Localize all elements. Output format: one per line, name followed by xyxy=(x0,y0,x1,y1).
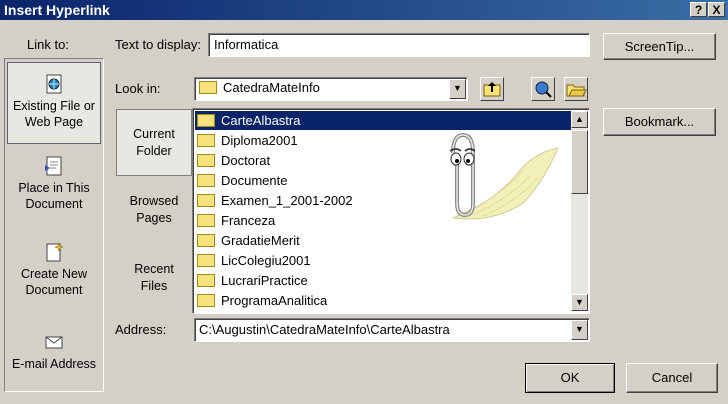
envelope-icon xyxy=(45,336,63,349)
window-title: Insert Hyperlink xyxy=(4,2,110,18)
address-label: Address: xyxy=(115,322,167,337)
list-item[interactable]: ProgramaAnalitica xyxy=(195,291,571,310)
browse-web-icon xyxy=(535,81,552,98)
up-one-folder-button[interactable] xyxy=(480,77,504,101)
scroll-up-icon[interactable]: ▲ xyxy=(571,111,588,128)
file-list[interactable]: CarteAlbastra Diploma2001 Doctorat Docum… xyxy=(192,108,590,314)
link-create-new-document[interactable]: Create New Document xyxy=(7,241,101,301)
folder-icon xyxy=(197,294,215,308)
browse-web-button[interactable] xyxy=(531,77,555,101)
close-button[interactable]: X xyxy=(708,2,725,17)
up-folder-icon xyxy=(483,82,501,97)
folder-icon xyxy=(197,234,215,248)
folder-icon xyxy=(197,274,215,288)
list-item[interactable]: GradatieMerit xyxy=(195,231,571,250)
look-in-label: Look in: xyxy=(115,81,161,96)
bookmark-button[interactable]: Bookmark... xyxy=(603,108,716,136)
browse-file-button[interactable] xyxy=(564,77,588,101)
open-folder-icon xyxy=(566,84,587,97)
folder-icon xyxy=(197,194,215,208)
file-list-scrollbar[interactable]: ▲ ▼ xyxy=(571,111,588,311)
folder-icon xyxy=(197,114,215,128)
cancel-button[interactable]: Cancel xyxy=(626,363,718,393)
folder-icon xyxy=(197,134,215,148)
address-input[interactable]: C:\Augustin\CatedraMateInfo\CarteAlbastr… xyxy=(194,318,590,342)
folder-icon xyxy=(197,174,215,188)
text-to-display-label: Text to display: xyxy=(115,37,201,52)
globe-document-icon xyxy=(46,74,62,94)
new-document-icon xyxy=(46,242,64,262)
title-bar: Insert Hyperlink ? X xyxy=(0,0,728,20)
link-to-bar: Existing File or Web Page Place in This … xyxy=(4,58,104,392)
text-to-display-input[interactable]: Informatica xyxy=(208,33,590,57)
look-in-dropdown[interactable]: CatedraMateInfo ▼ xyxy=(194,77,468,101)
scroll-thumb[interactable] xyxy=(571,130,588,194)
folder-icon xyxy=(197,154,215,168)
link-place-in-document[interactable]: Place in This Document xyxy=(7,155,101,215)
places-nav: Current Folder Browsed Pages Recent File… xyxy=(116,108,192,314)
ok-button[interactable]: OK xyxy=(525,363,615,393)
office-assistant-paperclip xyxy=(449,132,559,220)
folder-icon xyxy=(197,254,215,268)
folder-icon xyxy=(197,214,215,228)
help-button[interactable]: ? xyxy=(690,2,707,17)
list-item[interactable]: LicColegiu2001 xyxy=(195,251,571,270)
chevron-down-icon[interactable]: ▼ xyxy=(571,320,588,340)
chevron-down-icon[interactable]: ▼ xyxy=(449,79,466,99)
link-to-label: Link to: xyxy=(27,37,69,52)
nav-recent-files[interactable]: Recent Files xyxy=(116,261,192,301)
scroll-down-icon[interactable]: ▼ xyxy=(571,294,588,311)
link-existing-file[interactable]: Existing File or Web Page xyxy=(7,62,101,144)
link-email-address[interactable]: E-mail Address xyxy=(7,331,101,377)
nav-browsed-pages[interactable]: Browsed Pages xyxy=(116,193,192,233)
document-bookmark-icon xyxy=(45,156,62,176)
screentip-button[interactable]: ScreenTip... xyxy=(603,33,716,60)
folder-icon xyxy=(199,81,217,95)
nav-current-folder[interactable]: Current Folder xyxy=(116,109,192,176)
list-item[interactable]: LucrariPractice xyxy=(195,271,571,290)
